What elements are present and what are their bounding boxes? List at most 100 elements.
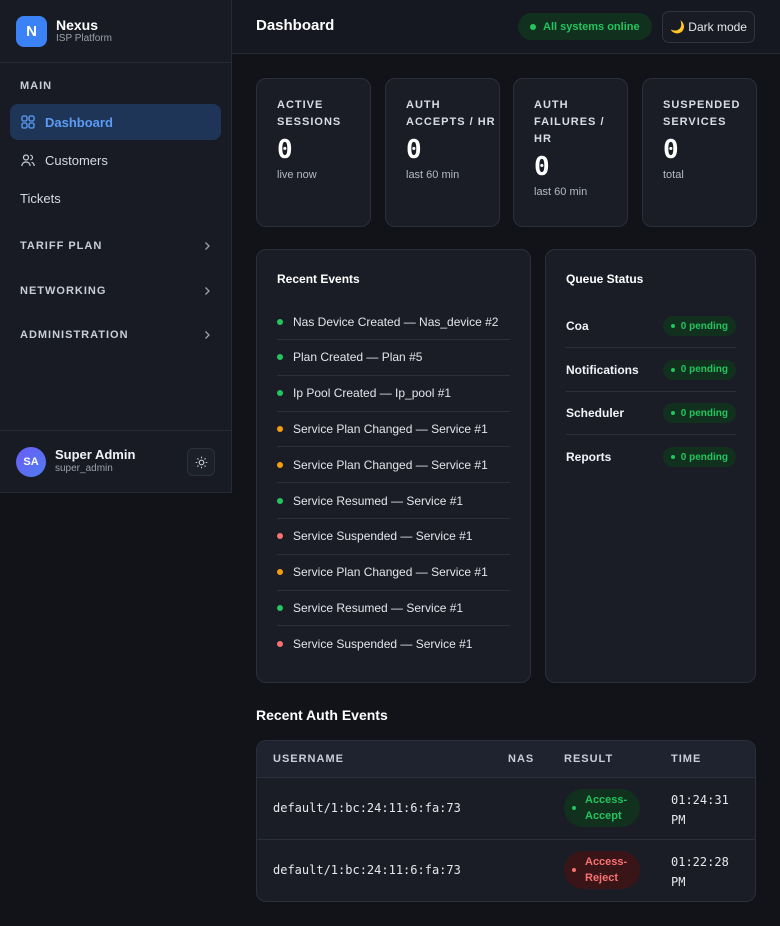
sidebar-item-dashboard[interactable]: Dashboard [10,104,221,140]
pending-text: 0 pending [680,364,728,375]
sidebar-group-networking[interactable]: NETWORKING [20,281,212,301]
cell-username: default/1:bc:24:11:6:fa:73 [273,801,461,815]
page-title: Dashboard [256,17,335,34]
stat-subtext: last 60 min [534,186,588,198]
cell-time: 01:22:28 PM [671,855,729,889]
status-dot [530,23,536,30]
queue-row: Scheduler 0 pending [566,392,736,435]
system-status-badge: All systems online [518,13,652,40]
event-status-dot [277,641,283,648]
brand-logo: N [16,15,47,47]
list-item[interactable]: Service Plan Changed — Service #1 [277,447,510,484]
event-text: Service Suspended — Service #1 [293,529,473,544]
table-header: USERNAME NAS RESULT TIME [257,741,755,778]
queue-name: Scheduler [566,406,625,420]
sidebar-item-label: Dashboard [45,114,113,130]
event-text: Service Resumed — Service #1 [293,600,464,615]
stat-card-auth-failures: AUTH FAILURES / HR 0 last 60 min [513,78,628,227]
sidebar-group-label: NETWORKING [20,285,107,297]
brand[interactable]: N Nexus ISP Platform [0,0,231,63]
event-text: Service Plan Changed — Service #1 [293,421,488,436]
stat-card-active-sessions: ACTIVE SESSIONS 0 live now [256,78,371,227]
result-text: Access-Reject [585,856,628,884]
pending-badge: 0 pending [662,447,736,467]
grid-icon [21,115,35,129]
event-text: Ip Pool Created — Ip_pool #1 [293,386,452,401]
event-text: Service Plan Changed — Service #1 [293,457,488,472]
recent-events-title: Recent Events [277,272,360,286]
column-header-result[interactable]: RESULT [564,753,613,765]
list-item[interactable]: Nas Device Created — Nas_device #2 [277,304,510,340]
sidebar-group-tariff-plan[interactable]: TARIFF PLAN [20,236,212,256]
pending-badge: 0 pending [662,316,736,336]
list-item[interactable]: Service Resumed — Service #1 [277,483,510,519]
recent-events-panel: Recent Events Nas Device Created — Nas_d… [256,249,531,683]
event-text: Service Resumed — Service #1 [293,493,464,508]
list-item[interactable]: Service Suspended — Service #1 [277,519,510,555]
chevron-right-icon [205,242,210,250]
queue-name: Notifications [566,362,639,377]
event-status-dot [277,461,283,468]
list-item[interactable]: Plan Created — Plan #5 [277,340,510,376]
event-text: Plan Created — Plan #5 [293,350,423,365]
event-status-dot [277,318,283,325]
list-item[interactable]: Service Resumed — Service #1 [277,590,510,627]
sidebar-item-label: Tickets [20,190,61,206]
list-item[interactable]: Service Plan Changed — Service #1 [277,411,510,448]
sidebar-group-label: TARIFF PLAN [20,240,103,252]
queue-row: Reports 0 pending [566,436,736,479]
sidebar-item-customers[interactable]: Customers [10,142,221,178]
avatar: SA [16,446,46,477]
stat-subtext: live now [277,169,317,181]
result-dot [572,868,576,872]
stat-subtext: total [663,169,684,181]
sun-icon [195,456,207,468]
cell-username: default/1:bc:24:11:6:fa:73 [273,863,461,877]
pending-text: 0 pending [680,407,728,419]
status-dot [670,367,675,372]
column-header-username[interactable]: USERNAME [273,753,344,765]
event-text: Service Suspended — Service #1 [293,637,473,652]
user-profile[interactable]: SA Super Admin super_admin [0,430,231,492]
brand-name: Nexus [56,17,99,33]
auth-events-table: USERNAME NAS RESULT TIME default/1:bc:24… [256,740,756,902]
list-item[interactable]: Service Suspended — Service #1 [277,626,510,662]
pending-text: 0 pending [680,451,728,463]
chevron-right-icon [205,331,210,339]
stat-label: AUTH FAILURES / HR [534,99,605,145]
dark-mode-button[interactable]: 🌙 Dark mode [662,11,755,43]
result-badge: Access-Reject [564,851,640,889]
pending-badge: 0 pending [662,359,736,380]
section-label-main: MAIN [20,80,53,92]
stat-value: 0 [277,135,293,165]
auth-events-title: Recent Auth Events [256,707,388,723]
event-status-dot [277,425,283,432]
queue-status-panel: Queue Status Coa 0 pending Notifications 0 … [545,249,756,683]
stat-card-auth-accepts: AUTH ACCEPTS / HR 0 last 60 min [385,78,500,227]
pending-badge: 0 pending [662,403,736,423]
list-item[interactable]: Service Plan Changed — Service #1 [277,555,510,591]
sidebar-group-administration[interactable]: ADMINISTRATION [20,325,212,345]
stat-label: AUTH ACCEPTS / HR [406,99,496,128]
column-header-time[interactable]: TIME [671,753,701,765]
table-row[interactable]: default/1:bc:24:11:6:fa:73 Access-Accept 0… [257,778,755,840]
list-item[interactable]: Ip Pool Created — Ip_pool #1 [277,376,510,412]
theme-toggle-button[interactable] [187,448,215,476]
queue-row: Notifications 0 pending [566,349,736,392]
event-status-dot [277,604,283,611]
chevron-right-icon [205,287,210,295]
stat-label: SUSPENDED SERVICES [663,99,741,128]
column-header-nas[interactable]: NAS [508,753,534,765]
sidebar-item-tickets[interactable]: Tickets [10,180,221,216]
result-dot [572,806,576,810]
stat-card-suspended-services: SUSPENDED SERVICES 0 total [642,78,757,227]
event-status-dot [277,533,283,540]
table-row[interactable]: default/1:bc:24:11:6:fa:73 Access-Reject 0… [257,840,755,901]
stat-subtext: last 60 min [406,169,460,181]
system-status-text: All systems online [543,20,640,33]
status-dot [670,324,675,328]
event-status-dot [277,497,283,504]
result-badge: Access-Accept [564,789,640,827]
user-name: Super Admin [55,447,136,462]
queue-row: Coa 0 pending [566,305,736,348]
